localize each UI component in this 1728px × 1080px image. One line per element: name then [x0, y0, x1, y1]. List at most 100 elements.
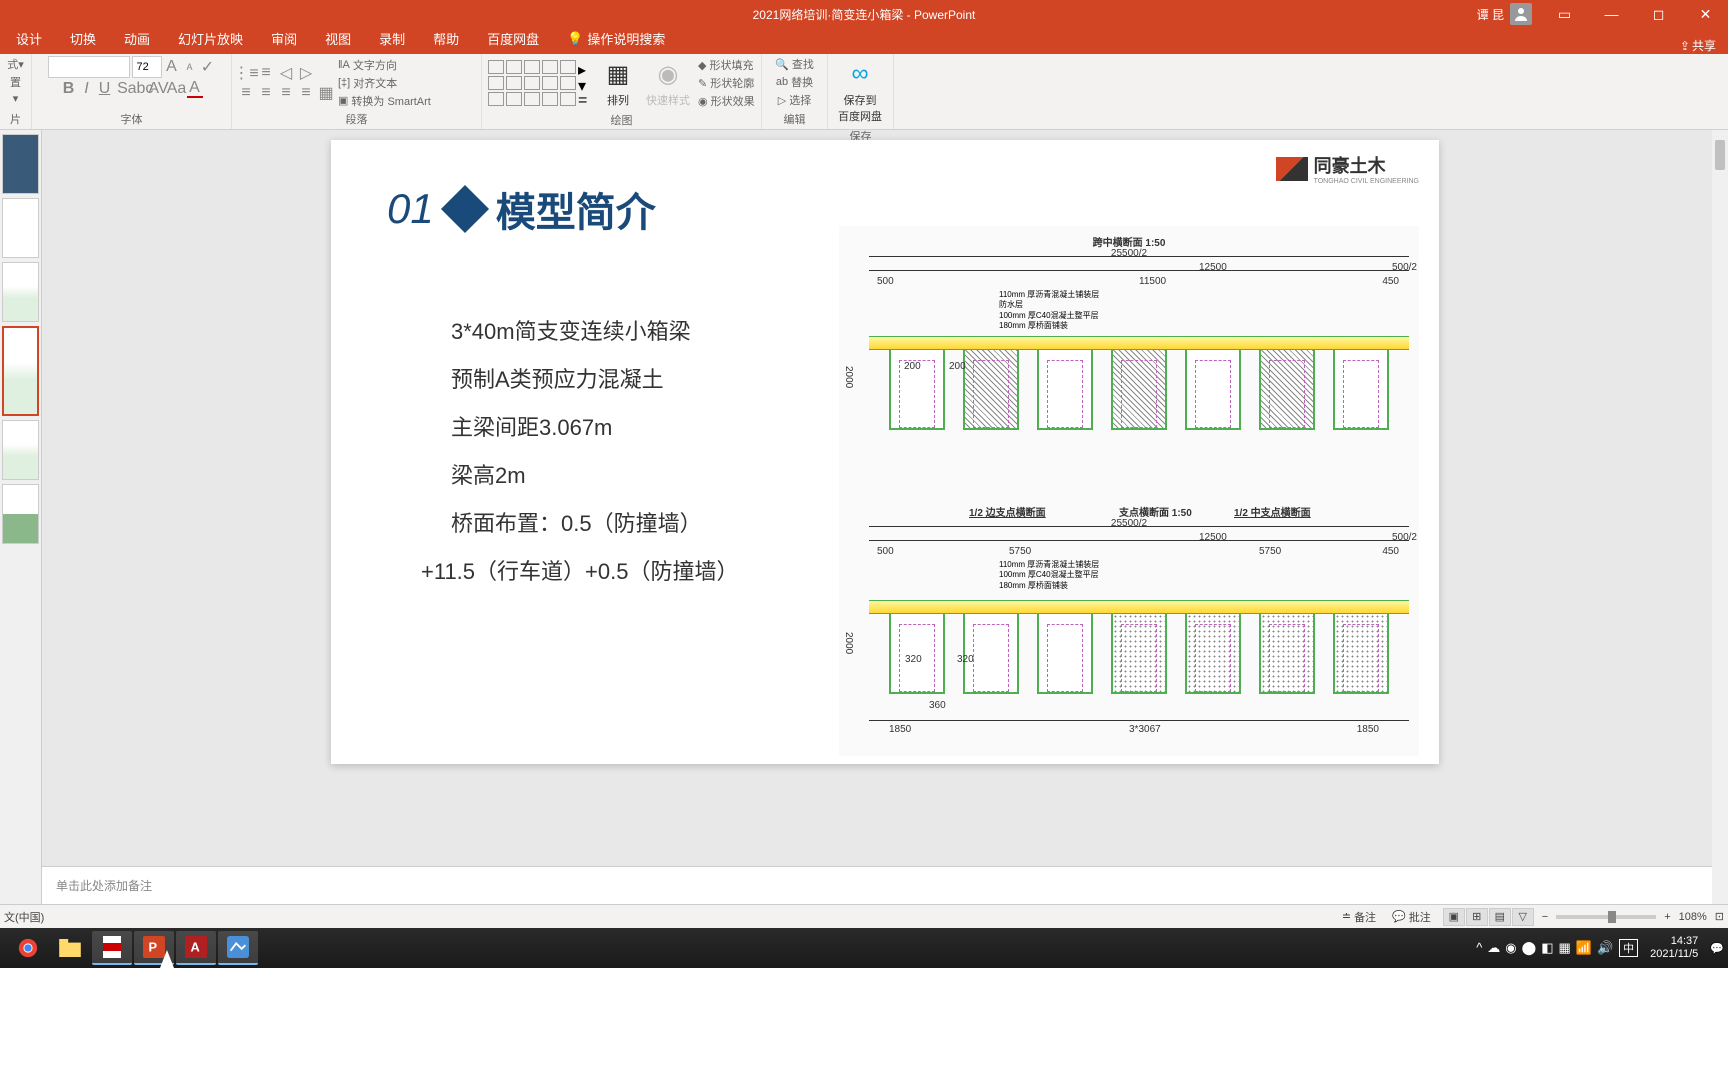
italic-button[interactable]: I	[79, 80, 95, 98]
sorter-view-button[interactable]: ⊞	[1466, 908, 1488, 926]
bold-button[interactable]: B	[61, 80, 77, 98]
taskbar: P A ^ ☁ ◉ ⬤ ◧ ▦ 📶 🔊 中 14:37 2021/11/5 💬	[0, 928, 1728, 968]
taskbar-pdf[interactable]	[92, 931, 132, 965]
notes-toggle[interactable]: ≐ 备注	[1338, 907, 1380, 927]
minimize-button[interactable]: —	[1589, 0, 1634, 28]
font-group-label: 字体	[38, 109, 225, 129]
slide-thumbnail[interactable]	[2, 420, 39, 480]
normal-view-button[interactable]: ▣	[1443, 908, 1465, 926]
font-size-combo[interactable]	[132, 56, 162, 78]
reading-view-button[interactable]: ▤	[1489, 908, 1511, 926]
grow-font-icon[interactable]: A	[164, 58, 180, 76]
ime-indicator[interactable]: 中	[1619, 939, 1638, 957]
reset-button[interactable]: 置	[10, 74, 21, 90]
font-family-combo[interactable]	[48, 56, 130, 78]
columns-button[interactable]: ▦	[318, 84, 334, 102]
tab-help[interactable]: 帮助	[419, 25, 473, 54]
tab-review[interactable]: 审阅	[257, 25, 311, 54]
numbering-button[interactable]: ≡	[258, 64, 274, 82]
align-text-button[interactable]: [‡] 对齐文本	[338, 75, 431, 91]
share-button[interactable]: ⇪ 共享	[1680, 37, 1716, 54]
justify-button[interactable]: ≡	[298, 84, 314, 102]
shape-fill-button[interactable]: ◆ 形状填充	[698, 57, 755, 73]
tray-icon[interactable]: ▦	[1559, 940, 1571, 956]
tray-icon[interactable]: ⬤	[1522, 940, 1537, 956]
notes-pane[interactable]: 单击此处添加备注	[42, 866, 1728, 904]
tab-animations[interactable]: 动画	[110, 25, 164, 54]
decrease-indent-button[interactable]: ◁	[278, 64, 294, 82]
align-right-button[interactable]: ≡	[278, 84, 294, 102]
user-account[interactable]: 谭 昆	[1477, 3, 1532, 25]
shapes-gallery[interactable]: ▸ ▾ =	[488, 60, 594, 106]
tab-slideshow[interactable]: 幻灯片放映	[164, 25, 257, 54]
slide-thumbnail[interactable]	[2, 262, 39, 322]
align-left-button[interactable]: ≡	[238, 84, 254, 102]
tray-up-icon[interactable]: ^	[1476, 940, 1482, 956]
tab-design[interactable]: 设计	[2, 25, 56, 54]
tray-network-icon[interactable]: 📶	[1576, 940, 1592, 956]
convert-smartart-button[interactable]: ▣ 转换为 SmartArt	[338, 93, 431, 109]
clear-format-icon[interactable]: ✓	[200, 58, 216, 76]
section-button[interactable]: ▾	[13, 92, 19, 105]
status-language[interactable]: 文(中国)	[4, 909, 1338, 925]
tab-baidu[interactable]: 百度网盘	[473, 25, 553, 54]
text-direction-button[interactable]: ‖A 文字方向	[338, 57, 431, 73]
font-color-button[interactable]: A	[187, 80, 203, 98]
tab-record[interactable]: 录制	[365, 25, 419, 54]
slide-area: 同豪土木 TONGHAO CIVIL ENGINEERING 01 模型简介 3…	[42, 130, 1728, 904]
change-case-button[interactable]: Aa	[169, 80, 185, 98]
taskbar-explorer[interactable]	[50, 931, 90, 965]
slide-canvas[interactable]: 同豪土木 TONGHAO CIVIL ENGINEERING 01 模型简介 3…	[42, 130, 1728, 866]
user-name: 谭 昆	[1477, 6, 1504, 23]
comments-toggle[interactable]: 💬 批注	[1388, 907, 1435, 927]
zoom-slider[interactable]	[1556, 915, 1656, 919]
select-button[interactable]: ▷ 选择	[778, 92, 811, 108]
vertical-scrollbar[interactable]	[1712, 130, 1728, 904]
slide-thumbnails	[0, 130, 42, 904]
drawing-group-label: 绘图	[488, 110, 755, 130]
zoom-in-button[interactable]: +	[1664, 911, 1670, 923]
arrange-button[interactable]: ▦ 排列	[598, 56, 638, 110]
slideshow-view-button[interactable]: ▽	[1512, 908, 1534, 926]
tell-me-search[interactable]: 💡 操作说明搜索	[553, 25, 679, 54]
slide[interactable]: 同豪土木 TONGHAO CIVIL ENGINEERING 01 模型简介 3…	[331, 140, 1439, 764]
tray-icon[interactable]: ◉	[1505, 940, 1516, 956]
char-spacing-button[interactable]: AV	[151, 80, 167, 98]
fit-window-button[interactable]: ⊡	[1715, 910, 1724, 923]
system-clock[interactable]: 14:37 2021/11/5	[1644, 935, 1704, 961]
tray-volume-icon[interactable]: 🔊	[1597, 940, 1613, 956]
taskbar-chrome[interactable]	[8, 931, 48, 965]
taskbar-autocad[interactable]: A	[176, 931, 216, 965]
format-button[interactable]: 式▾	[7, 56, 24, 72]
increase-indent-button[interactable]: ▷	[298, 64, 314, 82]
shape-effects-button[interactable]: ◉ 形状效果	[698, 93, 755, 109]
notifications-button[interactable]: 💬	[1710, 942, 1724, 955]
shrink-font-icon[interactable]: A	[182, 58, 198, 76]
shape-outline-button[interactable]: ✎ 形状轮廓	[698, 75, 755, 91]
slide-thumbnail[interactable]	[2, 134, 39, 194]
maximize-button[interactable]: ◻	[1636, 0, 1681, 28]
taskbar-app[interactable]	[218, 931, 258, 965]
strikethrough-button[interactable]: abc	[133, 80, 149, 98]
lightbulb-icon: 💡	[567, 31, 583, 47]
tab-transitions[interactable]: 切换	[56, 25, 110, 54]
align-center-button[interactable]: ≡	[258, 84, 274, 102]
bullets-button[interactable]: ⋮≡	[238, 64, 254, 82]
tray-icon[interactable]: ◧	[1541, 940, 1553, 956]
slide-thumbnail[interactable]	[2, 484, 39, 544]
share-icon: ⇪	[1680, 39, 1690, 53]
zoom-out-button[interactable]: −	[1542, 911, 1548, 923]
zoom-level[interactable]: 108%	[1679, 911, 1707, 923]
underline-button[interactable]: U	[97, 80, 113, 98]
ribbon-display-options[interactable]: ▭	[1542, 0, 1587, 28]
save-baidu-button[interactable]: ∞ 保存到 百度网盘	[834, 56, 886, 126]
tray-onedrive-icon[interactable]: ☁	[1487, 940, 1500, 956]
editing-group-label: 编辑	[768, 109, 821, 129]
slide-thumbnail[interactable]	[2, 326, 39, 416]
close-button[interactable]: ✕	[1683, 0, 1728, 28]
replace-button[interactable]: ab 替换	[776, 74, 813, 90]
find-button[interactable]: 🔍 查找	[775, 56, 814, 72]
slide-thumbnail[interactable]	[2, 198, 39, 258]
quick-styles-button[interactable]: ◉ 快速样式	[642, 56, 694, 110]
tab-view[interactable]: 视图	[311, 25, 365, 54]
